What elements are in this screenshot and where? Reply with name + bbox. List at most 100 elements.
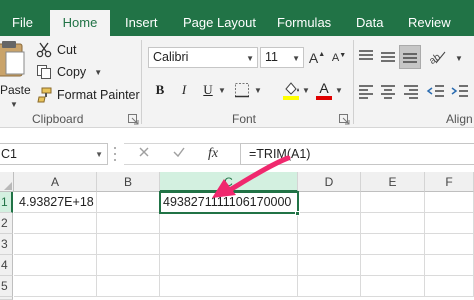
cell-a3[interactable]: [14, 234, 97, 255]
cell-e2[interactable]: [361, 213, 425, 234]
cell-d1[interactable]: [298, 192, 361, 213]
insert-function-button[interactable]: fx: [200, 143, 226, 165]
font-dialog-launcher-icon[interactable]: [339, 114, 350, 125]
underline-dropdown-icon[interactable]: ▼: [218, 86, 226, 95]
cell-a1-value: 4.93827E+18: [19, 195, 94, 209]
decrease-font-size-button[interactable]: A ▼: [330, 47, 348, 69]
tab-insert[interactable]: Insert: [125, 9, 158, 36]
confirm-entry-button[interactable]: [166, 143, 192, 165]
column-header-d[interactable]: D: [298, 172, 361, 192]
borders-dropdown-icon[interactable]: ▼: [254, 86, 262, 95]
increase-font-size-button[interactable]: A ▲: [308, 47, 326, 69]
paste-dropdown-icon[interactable]: ▼: [10, 100, 18, 109]
grow-font-icon: A: [308, 50, 319, 66]
cell-d3[interactable]: [298, 234, 361, 255]
cell-f5[interactable]: [425, 276, 474, 297]
ribbon-separator: [141, 40, 142, 124]
align-center-icon[interactable]: [378, 81, 398, 101]
cell-c3[interactable]: [160, 234, 298, 255]
copy-dropdown-icon[interactable]: ▼: [94, 68, 102, 77]
row-header-2[interactable]: 2: [0, 213, 13, 234]
select-all-corner[interactable]: [0, 172, 14, 192]
paste-button[interactable]: Paste ▼: [0, 40, 31, 109]
bottom-align-icon: [403, 53, 417, 63]
italic-button[interactable]: I: [175, 79, 193, 101]
copy-label: Copy: [57, 65, 87, 79]
cell-b3[interactable]: [97, 234, 160, 255]
cell-a1[interactable]: 4.93827E+18: [14, 192, 97, 213]
cell-b5[interactable]: [97, 276, 160, 297]
formula-bar-resize-handle[interactable]: [113, 145, 117, 163]
copy-button[interactable]: Copy ▼: [36, 62, 102, 82]
cell-d2[interactable]: [298, 213, 361, 234]
font-name-combobox[interactable]: Calibri ▼: [148, 47, 258, 68]
cell-e3[interactable]: [361, 234, 425, 255]
middle-align-icon[interactable]: [378, 47, 398, 67]
formula-input[interactable]: =TRIM(A1): [240, 143, 474, 165]
cell-f1[interactable]: [425, 192, 474, 213]
underline-button[interactable]: U: [199, 79, 217, 101]
cell-c5[interactable]: [160, 276, 298, 297]
row-header-5[interactable]: 5: [0, 276, 13, 297]
ribbon-home: Paste ▼ Cut Copy ▼ Format Painter Clipbo…: [0, 36, 474, 128]
format-painter-button[interactable]: Format Painter: [36, 85, 140, 105]
cell-f3[interactable]: [425, 234, 474, 255]
cancel-entry-button[interactable]: [131, 143, 157, 165]
tab-data[interactable]: Data: [356, 9, 383, 36]
row-header-3[interactable]: 3: [0, 234, 13, 255]
tab-file[interactable]: File: [12, 9, 33, 36]
cut-button[interactable]: Cut: [36, 40, 76, 60]
cell-c1[interactable]: 4938271111106170000: [160, 192, 298, 213]
align-right-icon[interactable]: [401, 81, 421, 101]
cell-b1[interactable]: [97, 192, 160, 213]
orientation-dropdown-icon[interactable]: ▼: [455, 54, 463, 63]
format-painter-label: Format Painter: [57, 88, 140, 102]
column-header-f[interactable]: F: [425, 172, 474, 192]
cell-d5[interactable]: [298, 276, 361, 297]
chevron-down-icon[interactable]: ▼: [292, 54, 300, 63]
font-size-combobox[interactable]: 11 ▼: [260, 47, 304, 68]
clipboard-dialog-launcher-icon[interactable]: [128, 114, 139, 125]
orientation-icon[interactable]: ab: [426, 47, 448, 67]
column-header-b[interactable]: B: [97, 172, 160, 192]
cell-e5[interactable]: [361, 276, 425, 297]
bold-button[interactable]: B: [151, 79, 169, 101]
bottom-align-button[interactable]: [399, 45, 421, 69]
name-box[interactable]: C1 ▼: [0, 143, 108, 165]
increase-indent-icon[interactable]: [450, 81, 470, 101]
cell-a2[interactable]: [14, 213, 97, 234]
cell-b4[interactable]: [97, 255, 160, 276]
column-header-c[interactable]: C: [160, 172, 298, 192]
cell-e1[interactable]: [361, 192, 425, 213]
chevron-down-icon[interactable]: ▼: [246, 54, 254, 63]
cell-e4[interactable]: [361, 255, 425, 276]
cell-d4[interactable]: [298, 255, 361, 276]
cell-f2[interactable]: [425, 213, 474, 234]
tab-formulas[interactable]: Formulas: [277, 9, 331, 36]
column-header-a[interactable]: A: [14, 172, 97, 192]
cell-c4[interactable]: [160, 255, 298, 276]
tab-home[interactable]: Home: [50, 10, 110, 36]
borders-icon[interactable]: [234, 82, 250, 98]
tab-review[interactable]: Review: [408, 9, 451, 36]
cell-a4[interactable]: [14, 255, 97, 276]
top-align-icon[interactable]: [356, 47, 376, 67]
font-color-button[interactable]: A: [315, 79, 333, 101]
font-color-icon: A: [319, 80, 329, 96]
formula-bar: C1 ▼ fx =TRIM(A1): [0, 128, 474, 172]
cell-b2[interactable]: [97, 213, 160, 234]
align-left-icon[interactable]: [356, 81, 376, 101]
row-header-4[interactable]: 4: [0, 255, 13, 276]
tab-page-layout[interactable]: Page Layout: [183, 9, 256, 36]
fill-handle[interactable]: [295, 211, 300, 216]
chevron-down-icon[interactable]: ▼: [95, 150, 103, 159]
cell-c2[interactable]: [160, 213, 298, 234]
decrease-indent-icon[interactable]: [426, 81, 446, 101]
column-header-e[interactable]: E: [361, 172, 425, 192]
row-header-1[interactable]: 1: [0, 192, 13, 213]
font-color-dropdown-icon[interactable]: ▼: [335, 86, 343, 95]
fill-color-dropdown-icon[interactable]: ▼: [302, 86, 310, 95]
cell-a5[interactable]: [14, 276, 97, 297]
fill-color-icon[interactable]: [282, 80, 300, 100]
cell-f4[interactable]: [425, 255, 474, 276]
